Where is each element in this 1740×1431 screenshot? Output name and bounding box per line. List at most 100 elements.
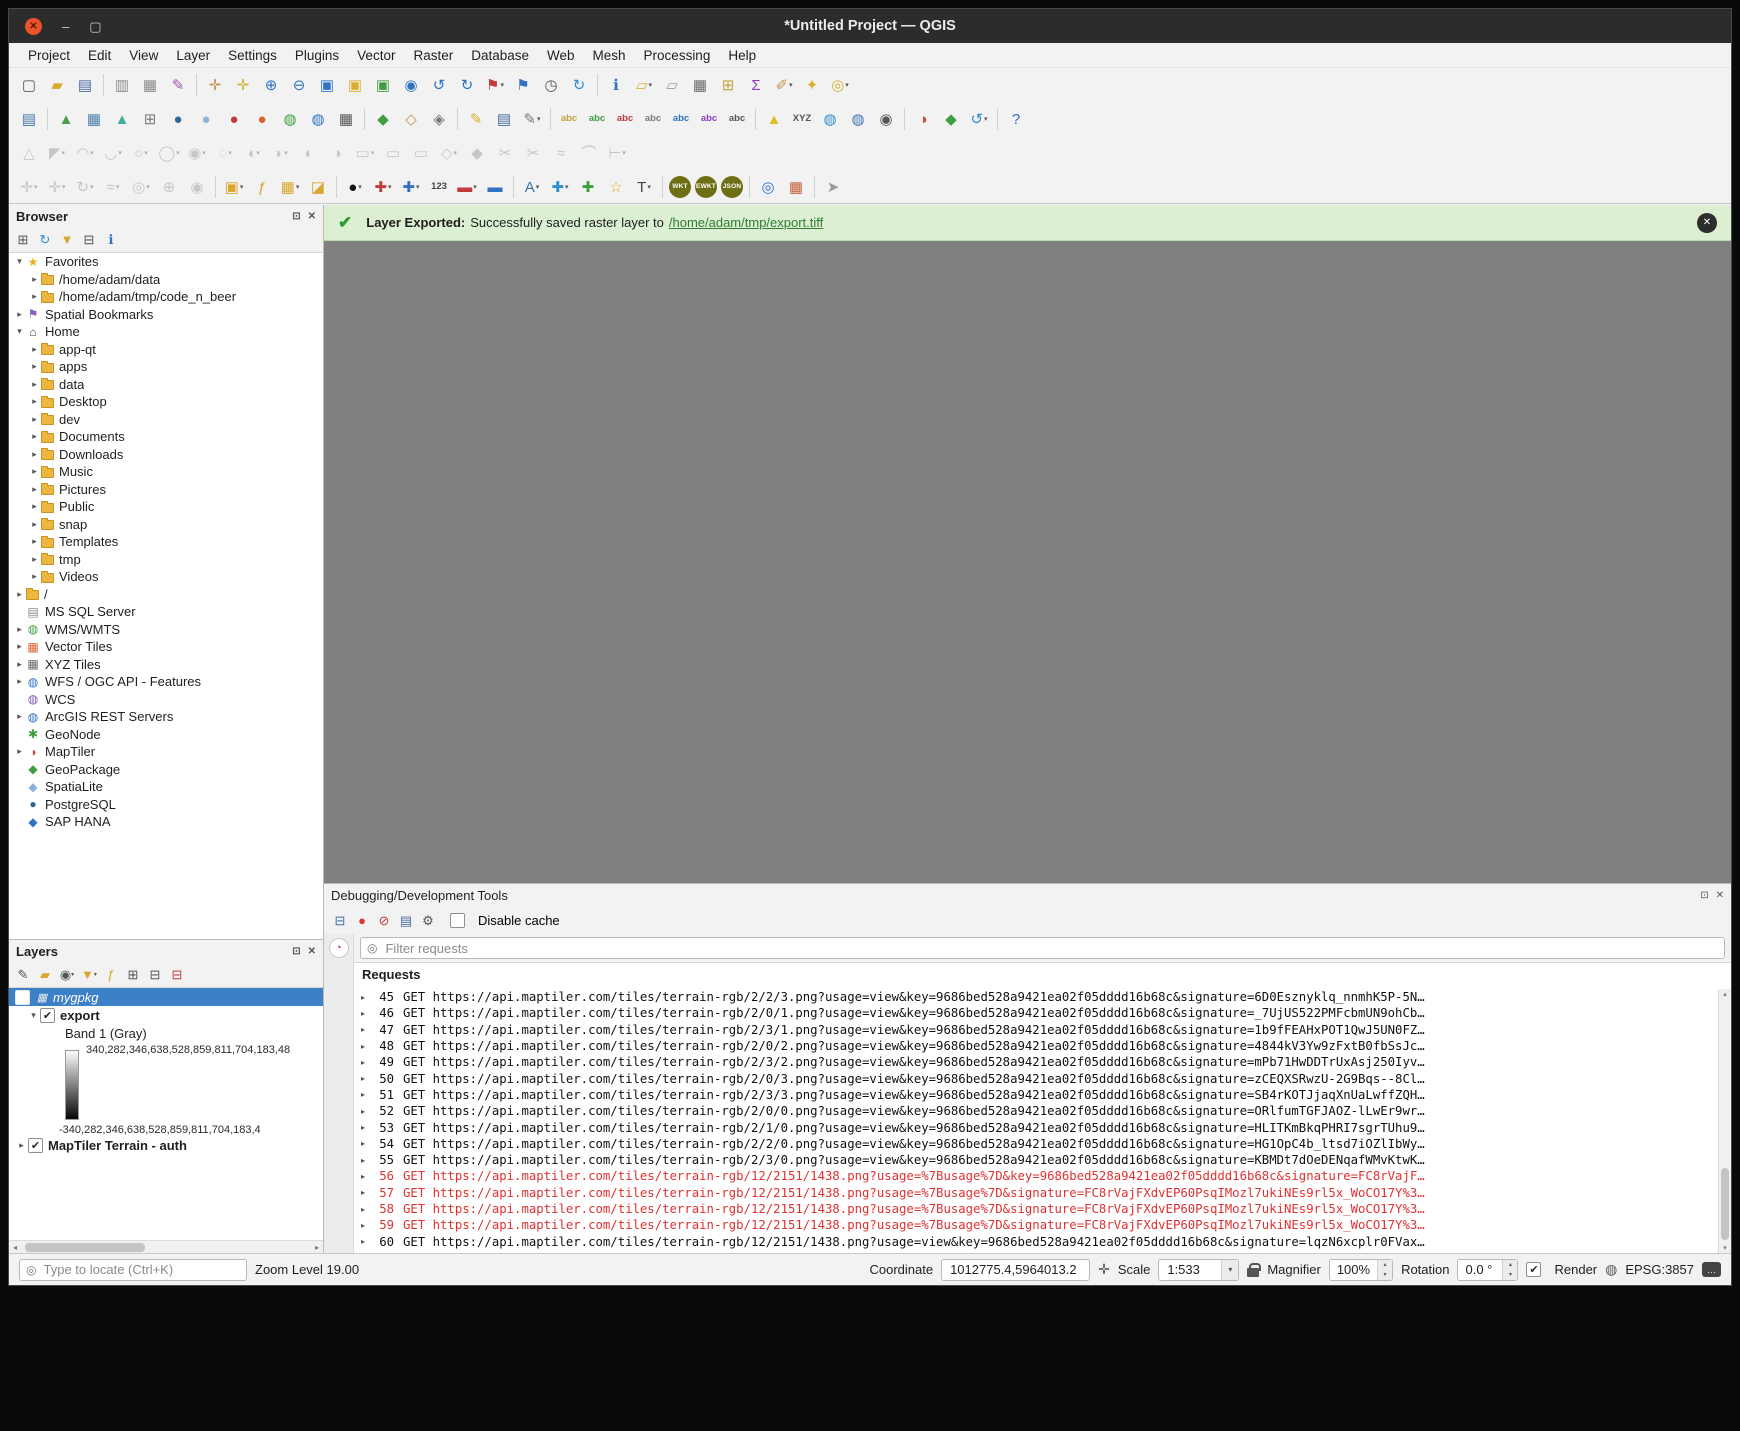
chevron-down-icon[interactable]: ▾ (228, 149, 232, 157)
browser-item-home-adam-data[interactable]: ▸ /home/adam/data (9, 271, 323, 289)
expand-arrow-icon[interactable]: ▸ (28, 274, 41, 285)
horizontal-scrollbar[interactable]: ◂ ▸ (9, 1240, 323, 1253)
chevron-down-icon[interactable]: ▾ (622, 149, 626, 157)
browser-item-documents[interactable]: ▸ Documents (9, 428, 323, 446)
zoom-out-icon[interactable]: ⊖ (286, 72, 312, 98)
new-shapefile-layer-icon[interactable]: ◇ (398, 106, 424, 132)
new-project-icon[interactable]: ▢ (16, 72, 42, 98)
browser-item-wcs[interactable]: ◍ WCS (9, 691, 323, 709)
scale-combo[interactable]: 1:533 ▾ (1158, 1258, 1240, 1281)
expand-arrow-icon[interactable]: ▸ (356, 1221, 370, 1230)
zoom-to-layer-icon[interactable]: ▣ (370, 72, 396, 98)
chevron-down-icon[interactable]: ▾ (176, 149, 180, 157)
browser-item-spatialite[interactable]: ◆ SpatiaLite (9, 778, 323, 796)
filter-by-expression-icon[interactable]: ƒ (101, 965, 121, 985)
browser-item-ms-sql-server[interactable]: ▤ MS SQL Server (9, 603, 323, 621)
crs-globe-icon[interactable]: ◍ (1605, 1261, 1617, 1278)
node-editor-icon[interactable]: ✚ ▾ (547, 174, 573, 200)
browser-item-music[interactable]: ▸ Music (9, 463, 323, 481)
request-row-50[interactable]: ▸ 50 GET https://api.maptiler.com/tiles/te… (356, 1070, 1717, 1086)
coordinate-input[interactable] (948, 1261, 1084, 1278)
chevron-down-icon[interactable]: ▾ (649, 81, 653, 89)
zoom-next-icon[interactable]: ↻ (454, 72, 480, 98)
expand-arrow-icon[interactable]: ▸ (28, 501, 41, 512)
style-manager-icon[interactable]: ✎ (165, 72, 191, 98)
map-canvas[interactable]: ✔ Layer Exported: Successfully saved ras… (324, 205, 1731, 885)
expand-all-icon[interactable]: ⊞ (123, 965, 143, 985)
resource-sharing-icon[interactable]: ◆ (938, 106, 964, 132)
layer-row-export[interactable]: ▾ export (9, 1006, 323, 1024)
topology-rules-icon[interactable]: ✚ (575, 174, 601, 200)
messages-icon[interactable]: … (1702, 1262, 1721, 1277)
select-by-rectangle-icon[interactable]: ▣ ▾ (221, 174, 247, 200)
request-row-48[interactable]: ▸ 48 GET https://api.maptiler.com/tiles/te… (356, 1038, 1717, 1054)
layer-labeling-rule-icon[interactable]: abc (584, 106, 610, 132)
close-icon[interactable]: ✕ (308, 946, 316, 957)
layer-row-maptiler[interactable]: ▸ MapTiler Terrain - auth (9, 1136, 323, 1154)
lock-icon[interactable] (1247, 1262, 1262, 1277)
browser-item-apps[interactable]: ▸ apps (9, 358, 323, 376)
annotation-line-icon[interactable]: ▬ (482, 174, 508, 200)
current-edits-icon[interactable]: ✎ ▾ (519, 106, 545, 132)
chevron-down-icon[interactable]: ▾ (90, 183, 94, 191)
chevron-down-icon[interactable]: ▾ (202, 149, 206, 157)
favorites-icon[interactable]: ☆ (603, 174, 629, 200)
request-row-59[interactable]: ▸ 59 GET https://api.maptiler.com/tiles/te… (356, 1217, 1717, 1233)
open-project-icon[interactable]: ▰ (44, 72, 70, 98)
browser-item-wms-wmts[interactable]: ▸ ◍ WMS/WMTS (9, 621, 323, 639)
expand-arrow-icon[interactable]: ▸ (356, 1074, 370, 1083)
menu-raster[interactable]: Raster (404, 43, 462, 67)
maptiler-plugin-icon[interactable]: ◑ (910, 106, 936, 132)
magnifier-spinner[interactable]: 100% ▴ ▾ (1328, 1258, 1394, 1281)
chevron-down-icon[interactable]: ▾ (358, 183, 362, 191)
add-postgis-layer-icon[interactable]: ● (165, 106, 191, 132)
new-print-layout-icon[interactable]: ▥ (109, 72, 135, 98)
chevron-down-icon[interactable]: ▾ (388, 183, 392, 191)
request-row-60[interactable]: ▸ 60 GET https://api.maptiler.com/tiles/te… (356, 1233, 1717, 1249)
check-validity-icon[interactable]: ▲ (761, 106, 787, 132)
add-xyz-layer-icon[interactable]: ▦ (333, 106, 359, 132)
chevron-down-icon[interactable]: ▾ (454, 149, 458, 157)
spin-down-icon[interactable]: ▾ (1503, 1270, 1517, 1280)
statistical-summary-icon[interactable]: Σ (743, 72, 769, 98)
expand-arrow-icon[interactable]: ▸ (13, 676, 26, 687)
menu-help[interactable]: Help (719, 43, 765, 67)
record-requests-icon[interactable]: ● (352, 911, 372, 931)
field-calculator-icon[interactable]: ⊞ (715, 72, 741, 98)
zoom-in-icon[interactable]: ⊕ (258, 72, 284, 98)
chevron-down-icon[interactable]: ▾ (789, 81, 793, 89)
undock-icon[interactable]: ⊡ (292, 946, 300, 957)
collapse-all-icon[interactable]: ⊟ (79, 230, 99, 250)
expand-arrow-icon[interactable]: ▸ (28, 571, 41, 582)
add-vector-layer-icon[interactable]: ▲ (53, 106, 79, 132)
chevron-down-icon[interactable]: ▾ (371, 149, 375, 157)
refresh-browser-icon[interactable]: ↻ (35, 230, 55, 250)
metasearch-icon[interactable]: ◍ (817, 106, 843, 132)
close-message-icon[interactable]: ✕ (1697, 212, 1717, 233)
extents-icon[interactable]: ✛ (1098, 1261, 1110, 1278)
scroll-right-icon[interactable]: ▸ (311, 1243, 323, 1252)
network-logger-tab[interactable]: ◔ (328, 938, 349, 958)
request-row-46[interactable]: ▸ 46 GET https://api.maptiler.com/tiles/te… (356, 1005, 1717, 1021)
chevron-down-icon[interactable]: ▾ (647, 183, 651, 191)
highlight-pinned-labels-icon[interactable]: abc (640, 106, 666, 132)
chevron-down-icon[interactable]: ▾ (256, 149, 260, 157)
browser-item-dev[interactable]: ▸ dev (9, 411, 323, 429)
web-services-icon[interactable]: ◍ (845, 106, 871, 132)
manage-map-themes-icon[interactable]: ◉ ▾ (57, 965, 77, 985)
chevron-down-icon[interactable]: ▾ (984, 115, 988, 123)
menu-plugins[interactable]: Plugins (286, 43, 348, 67)
collapse-all-icon[interactable]: ⊟ (145, 965, 165, 985)
chevron-down-icon[interactable]: ▾ (296, 183, 300, 191)
select-features-icon[interactable]: ▱ ▾ (631, 72, 657, 98)
deselect-features-icon[interactable]: ▱ (659, 72, 685, 98)
refresh-map-icon[interactable]: ↻ (566, 72, 592, 98)
new-geopackage-layer-icon[interactable]: ◆ (370, 106, 396, 132)
request-row-54[interactable]: ▸ 54 GET https://api.maptiler.com/tiles/te… (356, 1136, 1717, 1152)
spin-down-icon[interactable]: ▾ (1378, 1270, 1392, 1280)
expand-arrow-icon[interactable]: ▸ (356, 1237, 370, 1246)
layout-manager-icon[interactable]: ▦ (137, 72, 163, 98)
data-source-manager-icon[interactable]: ▤ (16, 106, 42, 132)
measure-line-icon[interactable]: ✐ ▾ (771, 72, 797, 98)
layer-checkbox[interactable] (28, 1137, 43, 1153)
